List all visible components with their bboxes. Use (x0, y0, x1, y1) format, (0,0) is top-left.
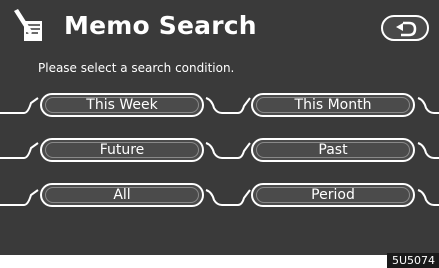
button-connector-rails (0, 97, 439, 206)
this-month-label: This Month (294, 97, 372, 113)
period-label: Period (311, 187, 355, 203)
this-month-button[interactable]: This Month (251, 93, 415, 117)
all-button[interactable]: All (40, 183, 204, 207)
period-button[interactable]: Period (251, 183, 415, 207)
future-label: Future (99, 142, 145, 158)
all-label: All (113, 187, 131, 203)
memo-search-screen: Memo Search Please select a search condi… (0, 0, 439, 255)
past-button[interactable]: Past (251, 138, 415, 162)
future-button[interactable]: Future (40, 138, 204, 162)
this-week-label: This Week (86, 97, 158, 113)
past-label: Past (318, 142, 348, 158)
figure-code: 5U5074 (386, 253, 439, 268)
this-week-button[interactable]: This Week (40, 93, 204, 117)
